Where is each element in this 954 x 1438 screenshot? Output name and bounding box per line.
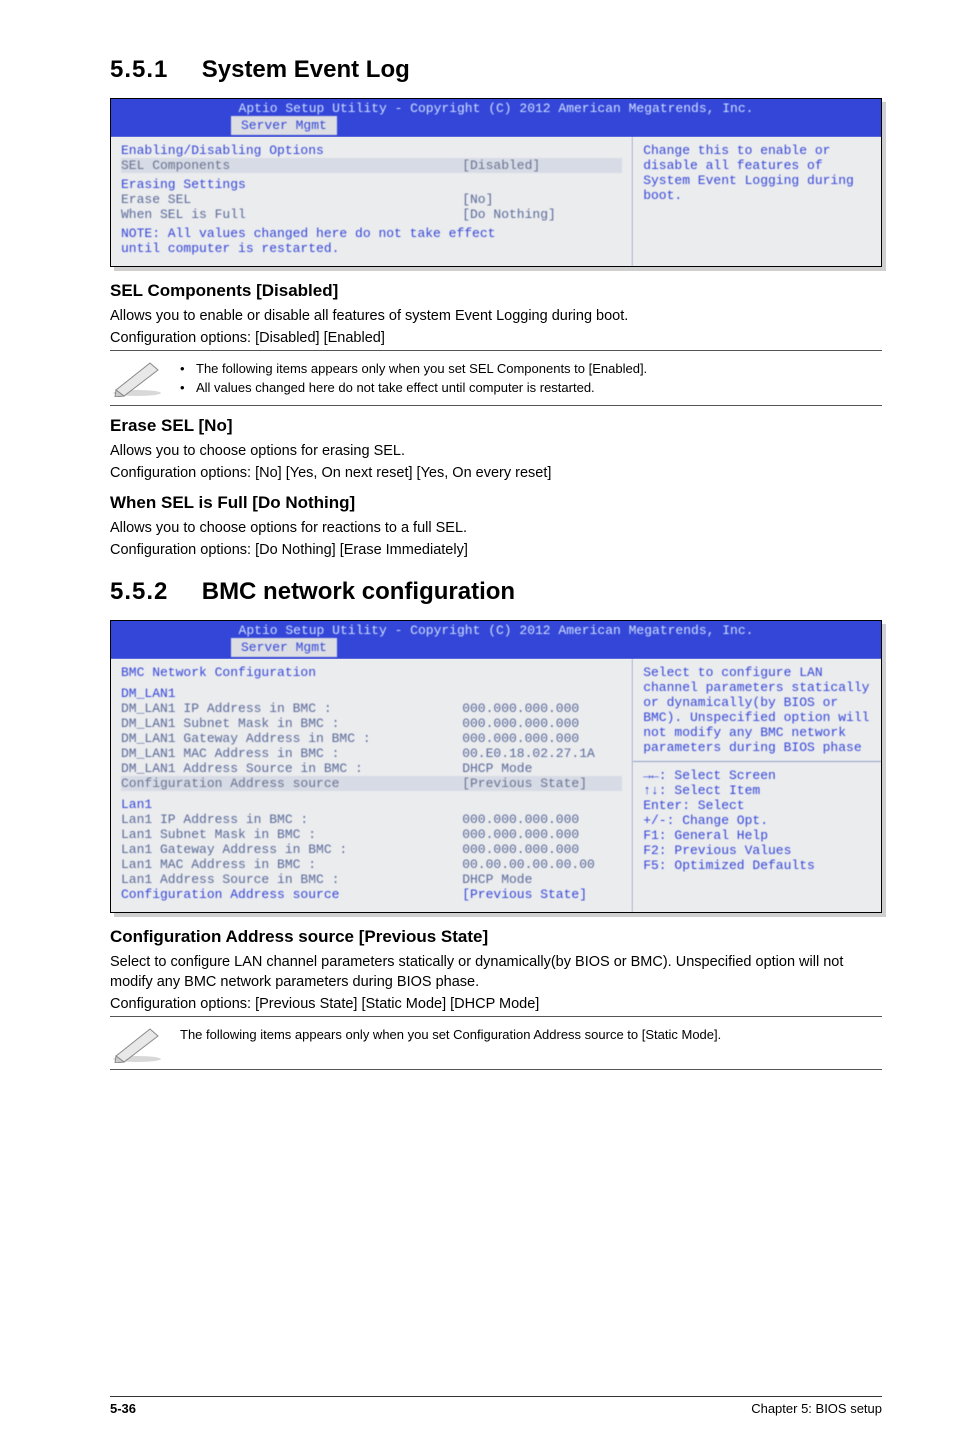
bios-erase-sel: Erase SEL xyxy=(121,192,462,207)
dm-lan1-label: DM_LAN1 xyxy=(121,686,622,701)
bios-full-val: [Do Nothing] xyxy=(462,207,622,222)
config-addr-heading: Configuration Address source [Previous S… xyxy=(110,927,882,947)
bios-screenshot-sel: Aptio Setup Utility - Copyright (C) 2012… xyxy=(110,98,882,267)
dm-mac-val: 00.E0.18.02.27.1A xyxy=(462,746,622,761)
lan1-gateway: Lan1 Gateway Address in BMC : xyxy=(121,842,462,857)
bios2-header-title: Aptio Setup Utility - Copyright (C) 2012… xyxy=(115,623,877,638)
chapter-label: Chapter 5: BIOS setup xyxy=(751,1401,882,1416)
erase-sel-desc: Allows you to choose options for erasing… xyxy=(110,442,882,462)
dm-mac: DM_LAN1 MAC Address in BMC : xyxy=(121,746,462,761)
note-block-1: The following items appears only when yo… xyxy=(110,357,882,399)
dm-src-val: DHCP Mode xyxy=(462,761,622,776)
nav-change: +/-: Change Opt. xyxy=(643,813,871,828)
section-heading-5-5-2: 5.5.2 BMC network configuration xyxy=(110,578,882,606)
lan1-cfg: Configuration Address source xyxy=(121,887,462,902)
lan1-subnet-val: 000.000.000.000 xyxy=(462,827,622,842)
bios-sel-components: SEL Components xyxy=(121,158,462,173)
lan1-mac-val: 00.00.00.00.00.00 xyxy=(462,857,622,872)
lan1-gateway-val: 000.000.000.000 xyxy=(462,842,622,857)
sel-components-opts: Configuration options: [Disabled] [Enabl… xyxy=(110,329,882,349)
nav-enter: Enter: Select xyxy=(643,798,871,813)
page-footer: 5-36 Chapter 5: BIOS setup xyxy=(110,1396,882,1416)
bios-sel-value: [Disabled] xyxy=(462,158,622,173)
lan1-cfg-val: [Previous State] xyxy=(462,887,622,902)
sel-components-desc: Allows you to enable or disable all feat… xyxy=(110,307,882,327)
bios-note-line2: until computer is restarted. xyxy=(121,241,622,256)
bmc-help-text: Select to configure LAN channel paramete… xyxy=(643,665,871,755)
bios-header-title: Aptio Setup Utility - Copyright (C) 2012… xyxy=(115,101,877,116)
when-full-opts: Configuration options: [Do Nothing] [Era… xyxy=(110,541,882,561)
bios-group-enable: Enabling/Disabling Options xyxy=(121,143,622,158)
dm-gateway: DM_LAN1 Gateway Address in BMC : xyxy=(121,731,462,746)
nav-opt: F5: Optimized Defaults xyxy=(643,858,871,873)
dm-subnet-val: 000.000.000.000 xyxy=(462,716,622,731)
bios-screenshot-bmc: Aptio Setup Utility - Copyright (C) 2012… xyxy=(110,620,882,913)
dm-cfg: Configuration Address source xyxy=(121,776,462,791)
page-number: 5-36 xyxy=(110,1401,136,1416)
note2-text: The following items appears only when yo… xyxy=(180,1023,721,1042)
pencil-note-icon xyxy=(110,1023,164,1063)
config-addr-opts: Configuration options: [Previous State] … xyxy=(110,995,882,1015)
config-addr-desc: Select to configure LAN channel paramete… xyxy=(110,953,882,992)
sel-components-heading: SEL Components [Disabled] xyxy=(110,281,882,301)
pencil-note-icon xyxy=(110,357,164,397)
lan1-label: Lan1 xyxy=(121,797,622,812)
lan1-src: Lan1 Address Source in BMC : xyxy=(121,872,462,887)
section-title: System Event Log xyxy=(202,56,410,83)
section-number: 5.5.1 xyxy=(110,56,168,83)
section2-title: BMC network configuration xyxy=(202,578,515,605)
lan1-subnet: Lan1 Subnet Mask in BMC : xyxy=(121,827,462,842)
lan1-ip: Lan1 IP Address in BMC : xyxy=(121,812,462,827)
nav-screen: →←: Select Screen xyxy=(643,768,871,783)
nav-prev: F2: Previous Values xyxy=(643,843,871,858)
bios-full-sel: When SEL is Full xyxy=(121,207,462,222)
note1-item-a: The following items appears only when yo… xyxy=(180,361,647,376)
dm-src: DM_LAN1 Address Source in BMC : xyxy=(121,761,462,776)
bios-note-line1: NOTE: All values changed here do not tak… xyxy=(121,226,622,241)
erase-sel-opts: Configuration options: [No] [Yes, On nex… xyxy=(110,464,882,484)
dm-ip-val: 000.000.000.000 xyxy=(462,701,622,716)
note-block-2: The following items appears only when yo… xyxy=(110,1023,882,1063)
bios-tab: Server Mgmt xyxy=(231,116,337,135)
dm-ip: DM_LAN1 IP Address in BMC : xyxy=(121,701,462,716)
section2-number: 5.5.2 xyxy=(110,578,168,605)
bios-erase-val: [No] xyxy=(462,192,622,207)
dm-cfg-val: [Previous State] xyxy=(462,776,622,791)
bios-group-erase: Erasing Settings xyxy=(121,177,622,192)
dm-gateway-val: 000.000.000.000 xyxy=(462,731,622,746)
bmc-config-title: BMC Network Configuration xyxy=(121,665,622,680)
lan1-src-val: DHCP Mode xyxy=(462,872,622,887)
bios-help-panel: Change this to enable or disable all fea… xyxy=(633,137,881,266)
when-full-heading: When SEL is Full [Do Nothing] xyxy=(110,493,882,513)
note1-item-b: All values changed here do not take effe… xyxy=(180,380,647,395)
section-heading-5-5-1: 5.5.1 System Event Log xyxy=(110,56,882,84)
dm-subnet: DM_LAN1 Subnet Mask in BMC : xyxy=(121,716,462,731)
lan1-mac: Lan1 MAC Address in BMC : xyxy=(121,857,462,872)
bios2-tab: Server Mgmt xyxy=(231,638,337,657)
lan1-ip-val: 000.000.000.000 xyxy=(462,812,622,827)
nav-item: ↑↓: Select Item xyxy=(643,783,871,798)
when-full-desc: Allows you to choose options for reactio… xyxy=(110,519,882,539)
erase-sel-heading: Erase SEL [No] xyxy=(110,416,882,436)
nav-help: F1: General Help xyxy=(643,828,871,843)
